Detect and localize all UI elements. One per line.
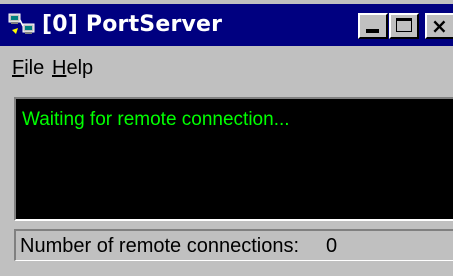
menu-file[interactable]: File: [12, 56, 44, 80]
network-computers-icon[interactable]: [8, 12, 36, 38]
maximize-button[interactable]: [389, 13, 419, 39]
minimize-icon: [366, 29, 379, 33]
menu-bar: File Help: [0, 50, 453, 86]
console-output[interactable]: Waiting for remote connection...: [14, 97, 453, 221]
menu-help[interactable]: Help: [52, 56, 93, 80]
console-message: Waiting for remote connection...: [22, 109, 290, 130]
close-button[interactable]: ×: [425, 13, 453, 39]
status-bar: Number of remote connections: 0: [14, 229, 453, 261]
minimize-button[interactable]: [358, 13, 388, 39]
window-title: [0] PortServer: [42, 12, 223, 37]
portserver-window: [0] PortServer × File Help Waiting for r…: [0, 0, 453, 276]
menu-help-label: elp: [66, 57, 94, 79]
menu-file-accelerator: F: [12, 57, 25, 79]
connection-count: 0: [326, 235, 338, 257]
title-bar[interactable]: [0] PortServer ×: [0, 4, 453, 46]
status-label: Number of remote connections:: [20, 235, 300, 257]
maximize-icon: [396, 18, 412, 32]
menu-help-accelerator: H: [52, 57, 67, 79]
close-icon: ×: [431, 14, 448, 38]
menu-file-label: ile: [24, 57, 45, 79]
